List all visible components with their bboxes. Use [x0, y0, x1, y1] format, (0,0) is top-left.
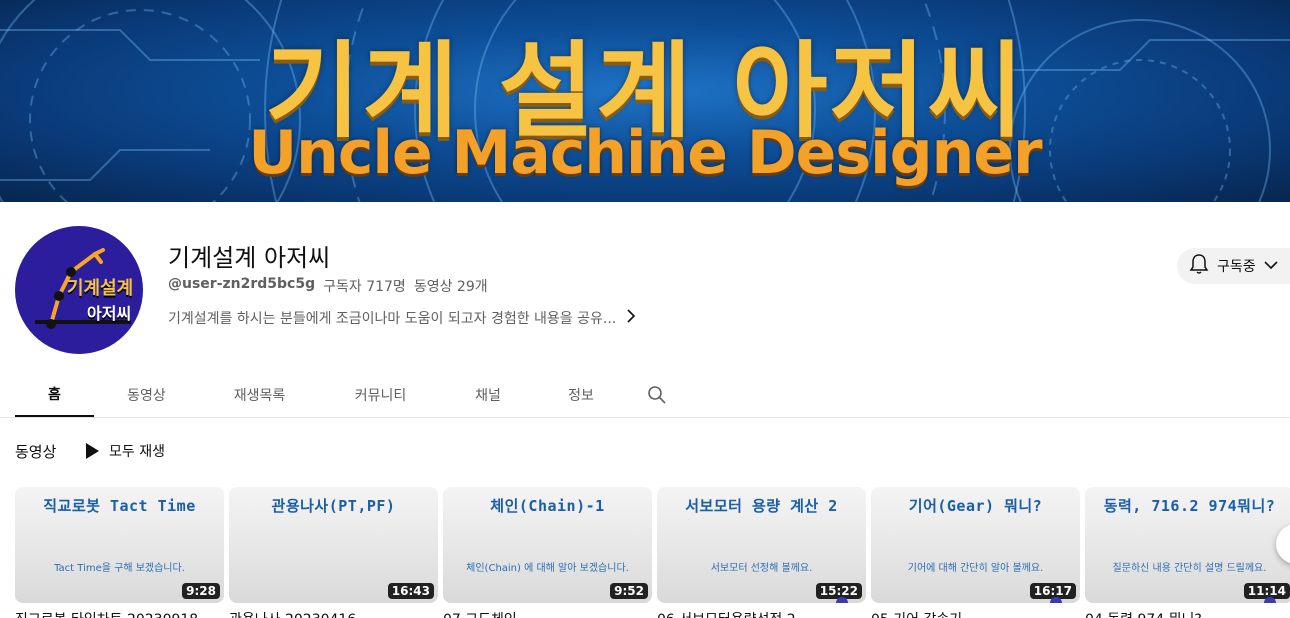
thumbnail-title: 체인(Chain)-1	[490, 497, 605, 515]
video-title[interactable]: 관용나사 20230416	[229, 609, 438, 618]
thumbnail-subtitle: 체인(Chain) 에 대해 알아 보겠습니다.	[466, 563, 629, 574]
video-title[interactable]: 07 그드체인	[443, 609, 652, 618]
channel-name: 기계설계 아저씨	[168, 244, 331, 272]
tab-home[interactable]: 홈	[15, 372, 94, 418]
video-title[interactable]: 직교로봇 타임차트 20230918	[15, 609, 224, 618]
thumbnail-subtitle: Tact Time을 구해 보겠습니다.	[54, 563, 185, 574]
video-thumbnail[interactable]: 기어(Gear) 뭐니? 기어에 대해 간단히 알아 볼께요. 16:17	[871, 487, 1080, 603]
video-duration: 16:43	[387, 583, 434, 599]
play-icon	[86, 443, 99, 459]
video-title[interactable]: 04 동력 974 뭐니?	[1085, 609, 1290, 618]
channel-banner: 기계 설계 아저씨 Uncle Machine Designer	[0, 0, 1290, 202]
tab-playlists[interactable]: 재생목록	[199, 372, 320, 418]
video-thumbnail[interactable]: 서보모터 용량 계산 2 서보모터 선정해 볼께요. 15:22	[657, 487, 866, 603]
video-thumbnail[interactable]: 관용나사(PT,PF) 16:43	[229, 487, 438, 603]
thumbnail-title: 관용나사(PT,PF)	[271, 497, 396, 515]
thumbnail-title: 기어(Gear) 뭐니?	[908, 497, 1043, 515]
video-title[interactable]: 05 기어 감속기	[871, 609, 1080, 618]
video-title[interactable]: 06 서보모터용량선정 2	[657, 609, 866, 618]
avatar-text-line2: 아저씨	[87, 304, 132, 323]
subscribed-label: 구독중	[1217, 259, 1256, 275]
progress-dot	[1264, 597, 1276, 603]
chevron-right-icon	[626, 307, 636, 328]
channel-avatar[interactable]: 기계설계 아저씨	[15, 226, 143, 354]
channel-meta: @user-zn2rd5bc5g 구독자 717명 동영상 29개	[168, 276, 488, 296]
video-duration: 9:52	[610, 583, 648, 599]
thumbnail-title: 직교로봇 Tact Time	[43, 497, 196, 515]
channel-description[interactable]: 기계설계를 하시는 분들에게 조금이나마 도움이 되고자 경험한 내용을 공유.…	[168, 307, 636, 328]
subscribed-button[interactable]: 구독중	[1177, 248, 1290, 284]
thumbnail-subtitle: 서보모터 선정해 볼께요.	[710, 563, 813, 574]
bell-icon	[1189, 253, 1209, 279]
tab-community[interactable]: 커뮤니티	[320, 372, 441, 418]
tabs-divider	[0, 417, 1290, 418]
thumbnail-title: 동력, 716.2 974뭐니?	[1103, 497, 1276, 515]
thumbnail-subtitle: 질문하신 내용 간단히 설명 드릴께요.	[1112, 563, 1267, 574]
video-duration: 9:28	[182, 583, 220, 599]
channel-description-text: 기계설계를 하시는 분들에게 조금이나마 도움이 되고자 경험한 내용을 공유.…	[168, 310, 617, 327]
chevron-down-icon	[1264, 258, 1278, 274]
section-title[interactable]: 동영상	[15, 441, 56, 462]
video-thumbnail[interactable]: 체인(Chain)-1 체인(Chain) 에 대해 알아 보겠습니다. 9:5…	[443, 487, 652, 603]
subscriber-count: 구독자 717명	[323, 279, 406, 295]
video-thumbnail[interactable]: 직교로봇 Tact Time Tact Time을 구해 보겠습니다. 9:28	[15, 487, 224, 603]
search-icon[interactable]	[627, 372, 687, 418]
tab-channels[interactable]: 채널	[441, 372, 535, 418]
progress-dot	[1050, 597, 1062, 603]
play-all-label: 모두 재생	[109, 444, 165, 460]
tab-videos[interactable]: 동영상	[94, 372, 199, 418]
tab-about[interactable]: 정보	[535, 372, 627, 418]
thumbnail-subtitle: 기어에 대해 간단히 알아 볼께요.	[907, 563, 1044, 574]
channel-handle: @user-zn2rd5bc5g	[168, 276, 316, 292]
banner-subtitle: Uncle Machine Designer	[248, 118, 1042, 188]
avatar-text-line1: 기계설계	[67, 278, 134, 299]
video-count: 동영상 29개	[413, 279, 488, 295]
progress-dot	[836, 597, 848, 603]
play-all-button[interactable]: 모두 재생	[86, 441, 165, 461]
video-thumbnail[interactable]: 동력, 716.2 974뭐니? 질문하신 내용 간단히 설명 드릴께요. 11…	[1085, 487, 1290, 603]
channel-tabs: 홈 동영상 재생목록 커뮤니티 채널 정보	[15, 372, 687, 418]
thumbnail-title: 서보모터 용량 계산 2	[685, 497, 838, 515]
